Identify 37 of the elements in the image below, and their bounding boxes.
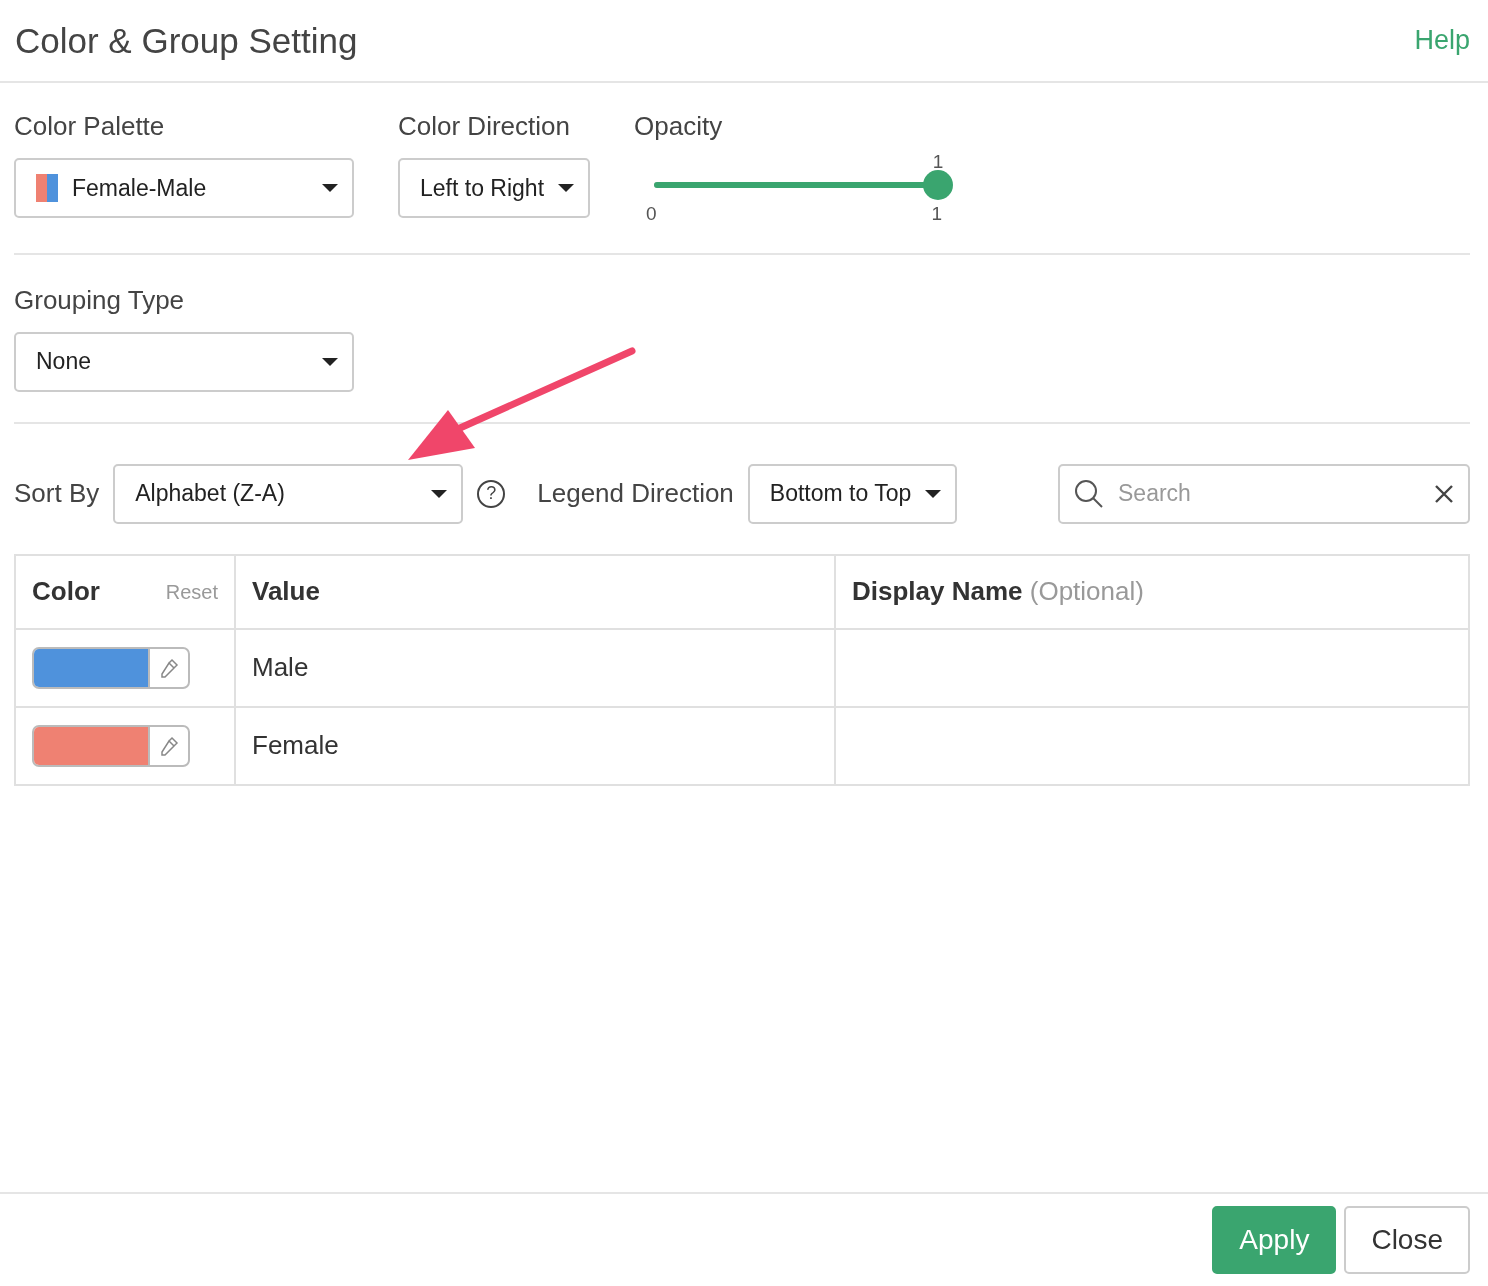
field-label: Opacity — [634, 110, 724, 143]
search-field[interactable]: Search — [1116, 475, 1422, 512]
column-header: Color — [32, 575, 100, 608]
slider-min-label: 0 — [646, 202, 657, 226]
dialog-title: Color & Group Setting — [15, 19, 358, 62]
eyedropper-icon — [158, 734, 180, 757]
field-label: Grouping Type — [14, 283, 186, 317]
palette-swatch-icon — [36, 174, 58, 202]
search-box[interactable]: Search — [1058, 463, 1470, 524]
column-header: Value — [252, 575, 320, 608]
caret-icon — [558, 184, 575, 192]
caret-icon — [322, 184, 338, 192]
column-header: Display Name (Optional) — [852, 575, 1144, 608]
table-cell: Female — [252, 730, 339, 760]
legend-direction-dropdown[interactable]: Bottom to Top — [747, 463, 958, 524]
table-cell: Male — [252, 652, 309, 682]
caret-icon — [322, 357, 338, 366]
search-icon — [1074, 478, 1104, 509]
field-label: Sort By — [14, 477, 100, 510]
field-label: Legend Direction — [537, 477, 734, 510]
sort-by-dropdown[interactable]: Alphabet (Z-A) — [113, 463, 464, 524]
close-button[interactable]: Close — [1344, 1206, 1470, 1274]
slider-value: 1 — [932, 150, 944, 174]
color-picker[interactable] — [32, 724, 190, 767]
grouping-type-dropdown[interactable]: None — [14, 331, 354, 392]
slider-thumb[interactable] — [923, 170, 954, 200]
color-direction-dropdown[interactable]: Left to Right — [398, 158, 591, 218]
field-label: Color Palette — [14, 110, 166, 143]
field-label: Color Direction — [398, 110, 571, 143]
color-picker[interactable] — [32, 646, 190, 689]
caret-icon — [925, 489, 942, 498]
eyedropper-icon — [158, 656, 180, 679]
color-palette-dropdown[interactable]: Female-Male — [14, 158, 354, 218]
close-icon[interactable] — [1434, 483, 1454, 504]
slider-max-label: 1 — [931, 202, 943, 226]
caret-icon — [431, 489, 448, 498]
help-button[interactable]: ? — [477, 479, 506, 508]
